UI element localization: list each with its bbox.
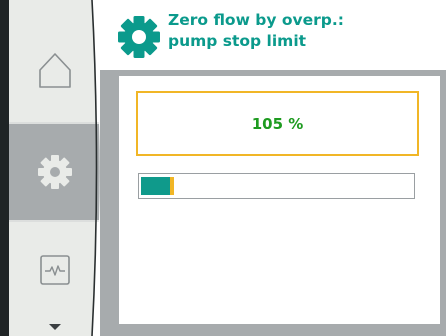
sidebar-item-diagnostics[interactable] <box>9 222 101 318</box>
value-bar-fill <box>141 177 170 195</box>
value-text: 105 % <box>251 114 304 133</box>
page-title-line2: pump stop limit <box>168 32 307 50</box>
gear-icon <box>38 155 72 189</box>
screen: Zero flow by overp.: pump stop limit 105… <box>0 0 446 336</box>
bezel <box>0 0 9 336</box>
pulse-monitor-icon <box>40 255 70 285</box>
value-field[interactable]: 105 % <box>136 91 419 156</box>
page-title: Zero flow by overp.: pump stop limit <box>168 10 438 52</box>
scroll-down-button[interactable] <box>9 318 101 336</box>
value-bar-marker <box>170 177 174 195</box>
value-bar <box>138 173 415 199</box>
sidebar-item-home[interactable] <box>9 18 101 122</box>
sidebar-item-settings[interactable] <box>9 124 101 220</box>
gear-icon <box>118 16 160 58</box>
page-title-line1: Zero flow by overp.: <box>168 11 344 29</box>
home-icon <box>39 53 71 88</box>
triangle-down-icon <box>49 324 61 330</box>
